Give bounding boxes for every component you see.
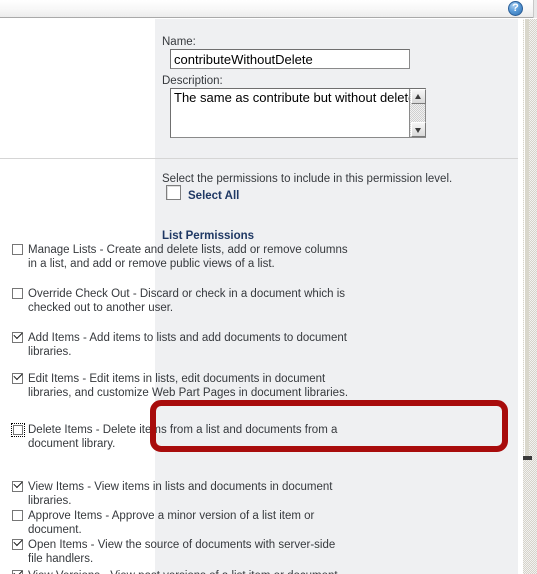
chrome-right-cap xyxy=(533,0,537,18)
permission-title: View Items xyxy=(28,481,85,493)
permission-title: Add Items xyxy=(28,332,80,344)
permission-title: Open Items xyxy=(28,539,88,551)
permission-title: Edit Items xyxy=(28,373,80,385)
permission-text: View Items - View items in lists and doc… xyxy=(28,480,350,508)
permission-checkbox[interactable] xyxy=(12,478,23,492)
permission-text: Approve Items - Approve a minor version … xyxy=(28,509,350,537)
permission-checkbox[interactable] xyxy=(12,288,23,299)
permission-dash: - xyxy=(79,332,90,344)
name-input[interactable] xyxy=(170,49,410,69)
select-all-label: Select All xyxy=(188,190,240,202)
permission-dash: - xyxy=(92,424,103,436)
permission-checkbox[interactable] xyxy=(12,370,23,384)
permission-title: Delete Items xyxy=(28,424,93,436)
permission-checkbox[interactable] xyxy=(12,329,23,343)
permission-dash: - xyxy=(102,510,112,522)
permission-text: Open Items - View the source of document… xyxy=(28,538,350,566)
description-textarea[interactable] xyxy=(170,88,426,138)
permission-checkbox[interactable] xyxy=(12,536,23,550)
scrollbar-thumb[interactable] xyxy=(524,19,529,459)
checkmark-icon xyxy=(13,329,23,340)
permission-dash: - xyxy=(79,373,90,385)
checkmark-icon xyxy=(13,536,23,547)
select-all-row[interactable]: Select All xyxy=(166,185,366,209)
permission-title: Override Check Out xyxy=(28,288,130,300)
permission-dash: - xyxy=(100,570,110,574)
scroll-up-arrow-icon[interactable] xyxy=(411,89,426,104)
permission-dash: - xyxy=(84,481,95,493)
window-chrome-bar: ? xyxy=(0,0,537,18)
permissions-intro-text: Select the permissions to include in thi… xyxy=(162,173,453,185)
permission-title: Approve Items xyxy=(28,510,103,522)
permission-text: Override Check Out - Discard or check in… xyxy=(28,287,350,315)
scroll-down-arrow-icon[interactable] xyxy=(411,122,426,137)
permission-text: View Versions - View past versions of a … xyxy=(28,569,350,574)
list-permissions-heading: List Permissions xyxy=(162,230,255,242)
permission-text: Manage Lists - Create and delete lists, … xyxy=(28,243,350,271)
permission-text: Edit Items - Edit items in lists, edit d… xyxy=(28,372,350,400)
scrollbar-thumb-end-cap[interactable] xyxy=(523,456,532,460)
permission-text: Delete Items - Delete items from a list … xyxy=(28,423,350,451)
permission-checkbox[interactable] xyxy=(12,244,23,255)
permission-checkbox[interactable] xyxy=(12,510,23,521)
permission-text: Add Items - Add items to lists and add d… xyxy=(28,331,350,359)
permission-description: View past versions of a list item or doc… xyxy=(110,570,341,574)
permission-title: View Versions xyxy=(28,570,100,574)
description-scrollbar[interactable] xyxy=(409,89,426,137)
permission-dash: - xyxy=(87,539,98,551)
checkmark-icon xyxy=(13,478,23,489)
permission-title: Manage Lists xyxy=(28,244,97,256)
permission-checkbox[interactable] xyxy=(11,423,25,437)
checkbox-inner-box xyxy=(13,425,23,435)
permission-dash: - xyxy=(96,244,107,256)
name-label: Name: xyxy=(162,36,196,48)
description-label: Description: xyxy=(162,75,223,87)
permission-dash: - xyxy=(129,288,140,300)
page-scrollbar[interactable] xyxy=(518,19,537,574)
checkmark-icon xyxy=(13,370,23,381)
help-icon[interactable]: ? xyxy=(508,1,523,16)
section-divider-left xyxy=(0,158,155,159)
select-all-checkbox[interactable] xyxy=(166,185,181,200)
page-body: Name: Description: Select the permission… xyxy=(0,19,537,574)
permission-checkbox[interactable] xyxy=(12,567,23,574)
screen-root: ? Name: Description: Select the permissi… xyxy=(0,0,537,574)
